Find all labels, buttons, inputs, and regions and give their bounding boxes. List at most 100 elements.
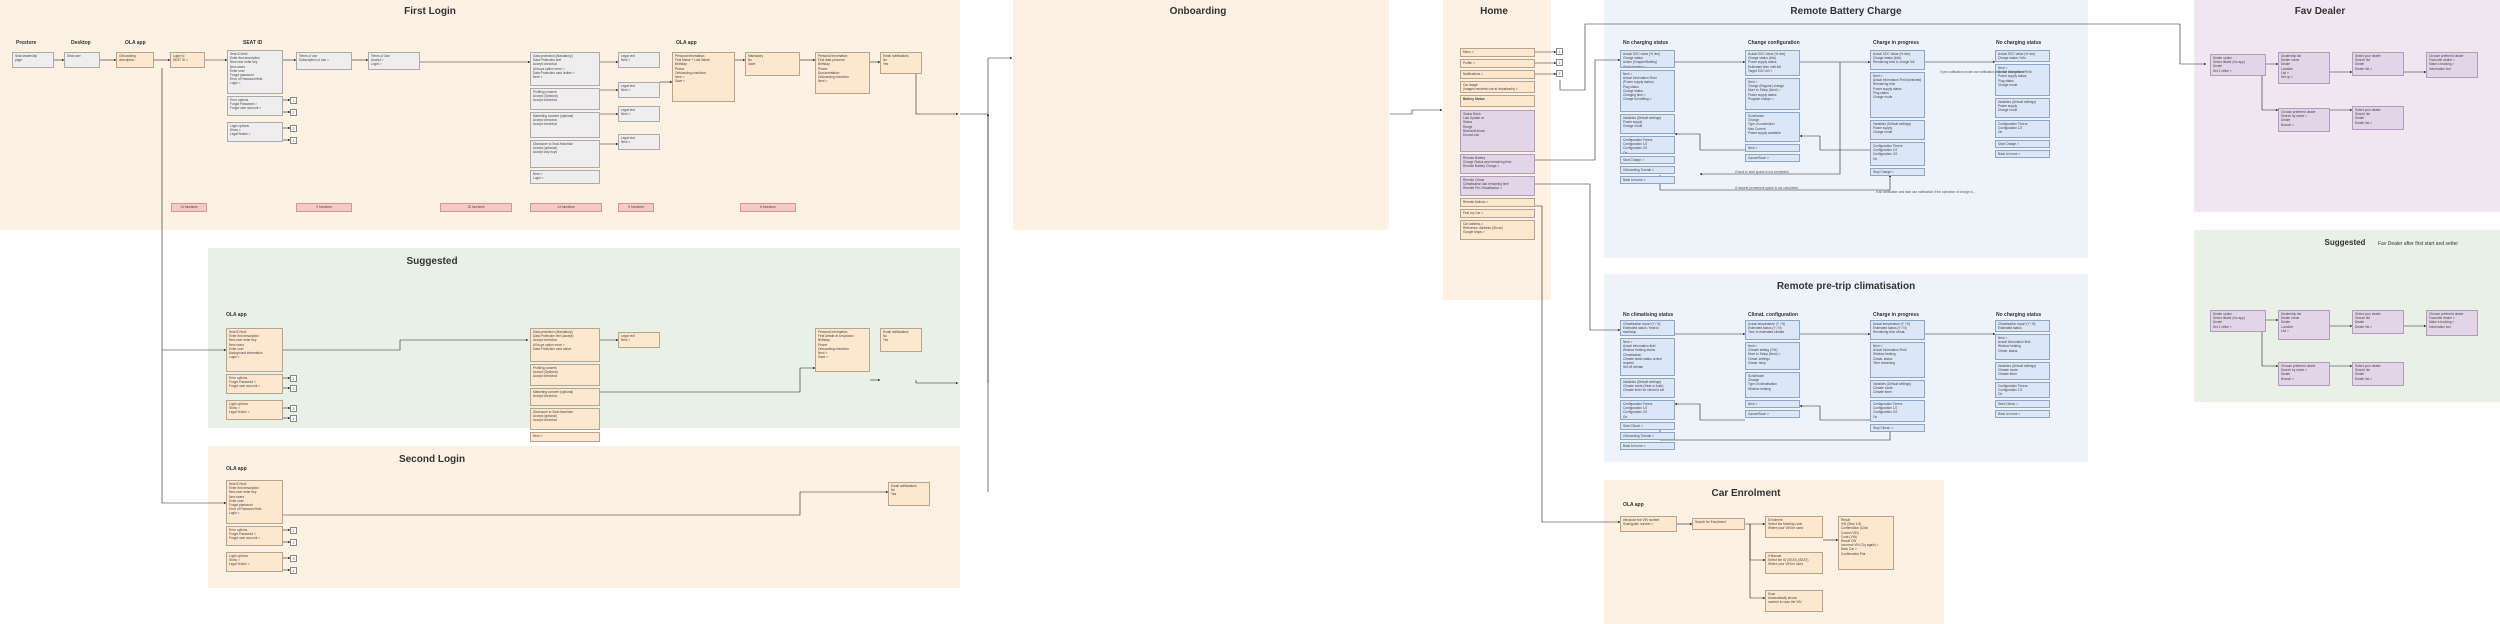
rbc-c4-start-charge[interactable]: Start Charge > — [1995, 140, 2050, 148]
suggested-seat-id-main[interactable]: Seat ID field Enter first description Ne… — [226, 328, 283, 372]
rpt-c1-variables: Variables (Default settings) Climate mod… — [1620, 378, 1675, 398]
home-battery-status: Battery Status — [1460, 95, 1535, 107]
suggested-email-notifications[interactable]: Email notifications No Yes — [880, 328, 922, 352]
third-party-consent[interactable]: Disclosure to Seat-franchise Accept (opt… — [530, 140, 600, 168]
fav-preferred-dealer[interactable]: Choose preferred dealer Favourite dealer… — [2426, 52, 2478, 78]
rpt-c4-start[interactable]: Start Climat. > — [1995, 400, 2050, 408]
rpt-c3-actual-info: Next > Actual Information Field Window h… — [1870, 342, 1925, 378]
home-profile[interactable]: Profile > — [1460, 59, 1535, 68]
rbc-note: If request permanent space is not comple… — [1735, 186, 1798, 190]
prestore-dealership-page[interactable]: Seat dealership page — [12, 52, 54, 68]
terms-of-use-accept[interactable]: Terms of Use Accept > Login > — [368, 52, 420, 70]
seat-id-login-options[interactable]: Login options Show > Legal Notice > — [227, 122, 283, 142]
home-remote-battery[interactable]: Remote Battery Charge Status and remaini… — [1460, 154, 1535, 174]
data-protection[interactable]: Data protection (Mandatory) Data Protect… — [530, 52, 600, 86]
second-email-notifications[interactable]: Email notifications No Yes — [888, 482, 930, 506]
suggested-login-options[interactable]: Login options Show > Legal Notice > — [226, 400, 283, 420]
legal-text-2[interactable]: Legal text Next > — [618, 82, 660, 98]
mandatory-box[interactable]: Mandatory No Save — [745, 52, 800, 76]
enrol-introduce-vin[interactable]: Introduce the VIN number Scan/guide numb… — [1620, 516, 1677, 532]
rpt-c2-cancel-save[interactable]: Cancel/Save > — [1745, 410, 1800, 418]
fav-choose-dealer[interactable]: Choose preferred dealer Search by name >… — [2278, 108, 2330, 132]
email-notifications[interactable]: Email notifications No Yes — [880, 52, 922, 74]
sfav-select-dealer-2[interactable]: Select your dealer Search list Dealer De… — [2352, 362, 2404, 386]
rbc-c3-variables: Variables (Default settings) Power suppl… — [1870, 120, 1925, 140]
personal-information-2[interactable]: Personal Information First data personal… — [815, 52, 870, 94]
suggested-personal-info[interactable]: Personal Information First Details in Dr… — [815, 328, 870, 372]
home-remote-climat[interactable]: Remote Climat. Climatisation last remain… — [1460, 176, 1535, 196]
suggested-profiling[interactable]: Profiling consent Accept (Optional) Acce… — [530, 364, 600, 386]
sfav-dealership-list[interactable]: Dealership list Dealer name Dealer Locat… — [2278, 310, 2330, 340]
home-remote-actions[interactable]: Remote Actions > — [1460, 198, 1535, 207]
sfav-select-dealer-1[interactable]: Select your dealer Search list Dealer De… — [2352, 310, 2404, 334]
sfav-choose-dealer[interactable]: Choose preferred dealer Search by name >… — [2278, 362, 2330, 386]
rpt-c1-onboarding[interactable]: Onboarding Tutorial > — [1620, 432, 1675, 440]
home-car-address[interactable]: Car address > Reference: Address (Sin sé… — [1460, 220, 1535, 240]
home-find-car[interactable]: Find my Car > — [1460, 209, 1535, 218]
legal-text-4[interactable]: Legal text Next > — [618, 134, 660, 150]
second-seat-id-main[interactable]: Seat ID field Enter first description Ne… — [226, 480, 283, 524]
suggested-marketing[interactable]: Marketing consent (optional) Accept chec… — [530, 388, 600, 406]
suggested-third-party[interactable]: Disclosure to Seat-franchise Accept (opt… — [530, 408, 600, 430]
rpt-c2-scrollmode: Scrollmode Change Type of climatisation … — [1745, 372, 1800, 398]
suggested-data-protection[interactable]: Data protection (Mandatory) Data Protect… — [530, 328, 600, 362]
enrol-search[interactable]: Search for Enrollment — [1692, 518, 1745, 530]
marketing-consent[interactable]: Marketing consent (optional) Accept chec… — [530, 112, 600, 138]
functions-badge: 9 functions — [296, 203, 352, 212]
enrol-enrolment[interactable]: Enrolment Select the Meeting code Where … — [1765, 516, 1823, 538]
rbc-c1-start-charge[interactable]: Start Charge > — [1620, 156, 1675, 164]
rpt-c1-back[interactable]: Back to home > — [1620, 442, 1675, 450]
functions-badge: 14 functions — [530, 203, 602, 212]
rpt-c2-setting: Next > Climate setting (Y/N) More to Set… — [1745, 342, 1800, 370]
sfav-preferred-dealer[interactable]: Choose preferred dealer Favourite dealer… — [2426, 310, 2478, 336]
seat-id-error-options[interactable]: Error options Forgot Password > Forgot u… — [227, 96, 283, 116]
suggested-next[interactable]: Next > — [530, 432, 600, 442]
rpt-c4-back[interactable]: Back to home > — [1995, 410, 2050, 418]
home-car-image: Car image (Imagen rendered car at visual… — [1460, 81, 1535, 93]
rbc-note: If pre-notification mode use notificatio… — [1940, 70, 2025, 74]
seat-id-main-screen[interactable]: Seat ID field Enter first description Ne… — [227, 50, 283, 94]
rpt-c1-start[interactable]: Start Climat. > — [1620, 422, 1675, 430]
login-to-seat-id[interactable]: Login to SEAT ID > — [170, 52, 205, 68]
rbc-note: If all notification and take use notific… — [1876, 190, 1976, 194]
fav-select-dealer-1[interactable]: Select your dealer Search list Dealer De… — [2352, 52, 2404, 76]
rbc-c2-cancel-save[interactable]: Cancel/Save > — [1745, 154, 1800, 162]
desktop-seat-user[interactable]: Seat user — [64, 52, 100, 68]
step-marker: 3 — [290, 125, 297, 132]
second-error-options[interactable]: Error options Forgot Password > Forgot u… — [226, 526, 283, 546]
step-marker: 3 — [290, 405, 297, 412]
rbc-c4-back[interactable]: Back to home > — [1995, 150, 2050, 158]
enrol-result[interactable]: Result VIN (Step 1/3) Confirmation (Clic… — [1838, 516, 1894, 570]
next-login-box[interactable]: Next > Login > — [530, 170, 600, 184]
enrol-scan[interactable]: Scan Automatically shows number to scan … — [1765, 590, 1823, 612]
suggested-legal-text[interactable]: Legal text Next > — [618, 332, 660, 348]
rpt-c2-next[interactable]: Next > — [1745, 400, 1800, 408]
step-marker: 3 — [1556, 70, 1563, 77]
rbc-c1-back[interactable]: Back to home > — [1620, 176, 1675, 184]
personal-information[interactable]: Personal Information First Name + Last N… — [672, 52, 735, 102]
rpt-c3-stop[interactable]: Stop Climat. > — [1870, 424, 1925, 432]
profiling-consent[interactable]: Profiling consent Accept (Optional) Acce… — [530, 88, 600, 110]
home-menu[interactable]: Menu > — [1460, 48, 1535, 57]
rbc-c1-actual-soc: Actual SOC value (% /km) Charge status A… — [1620, 50, 1675, 68]
legal-text-1[interactable]: Legal text Next > — [618, 52, 660, 68]
onboarding-description[interactable]: Onboarding description — [116, 52, 154, 68]
legal-text-3[interactable]: Legal text Next > — [618, 106, 660, 122]
suggested-error-options[interactable]: Error options Forgot Password > Forgot u… — [226, 374, 283, 394]
rbc-c1-actual-info: Next > Actual Information Field (Power s… — [1620, 70, 1675, 112]
sfav-dealer-option[interactable]: Dealer option Select dealer (No app) Dea… — [2210, 310, 2266, 332]
fav-dealership-list[interactable]: Dealership list Dealer name Dealer Locat… — [2278, 52, 2330, 84]
rbc-c4-variables: Variables (Default settings) Power suppl… — [1995, 98, 2050, 118]
rbc-c2-next[interactable]: Next > — [1745, 144, 1800, 152]
rpt-c4-actual-info: Next > Actual Information field Window h… — [1995, 334, 2050, 360]
rbc-c2-scrollmode: Scrollmode Change Type of connection Max… — [1745, 112, 1800, 142]
rbc-c1-onboarding[interactable]: Onboarding Tutorial > — [1620, 166, 1675, 174]
rbc-c3-stop-charge[interactable]: Stop Charge > — [1870, 168, 1925, 176]
enrol-manual[interactable]: If Manual Select the ID (SEAT) (SEAT) Wh… — [1765, 552, 1823, 574]
fav-select-dealer-2[interactable]: Select your dealer Search list Dealer De… — [2352, 106, 2404, 130]
second-login-options[interactable]: Login options Show > Legal Notice > — [226, 552, 283, 572]
fav-dealer-option[interactable]: Dealer option Select dealer (No app) Dea… — [2210, 54, 2266, 76]
terms-of-use[interactable]: Terms of use Subscription of use > — [296, 52, 352, 70]
home-notifications[interactable]: Notifications > — [1460, 70, 1535, 79]
rpt-c1-actual-info: Next > Actual Information field Window h… — [1620, 338, 1675, 376]
